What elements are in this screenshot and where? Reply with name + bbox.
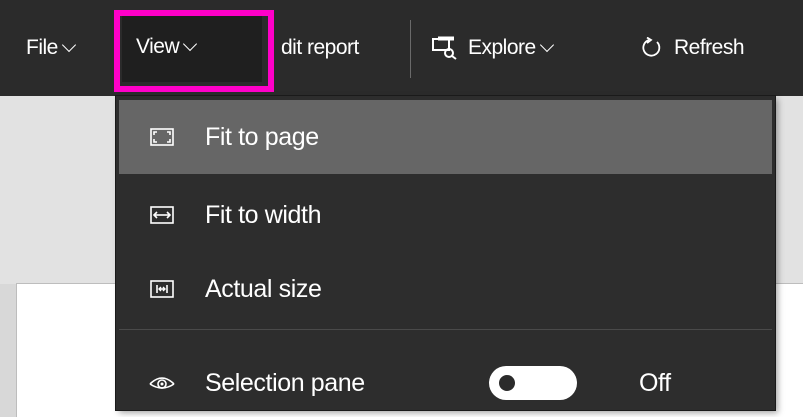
edit-report-button[interactable]: dit report (281, 0, 359, 96)
view-menu-button[interactable]: View (122, 12, 262, 82)
menu-item-actual-size[interactable]: Actual size (119, 252, 772, 326)
fit-to-width-icon (149, 206, 175, 224)
chevron-down-icon (61, 37, 76, 53)
fit-to-page-icon (149, 128, 175, 146)
menu-item-label: Fit to width (205, 200, 322, 229)
top-toolbar: File View dit report Explore Refresh (0, 0, 803, 96)
refresh-icon (640, 37, 662, 59)
explore-menu-button[interactable]: Explore (432, 0, 554, 96)
menu-divider (119, 329, 772, 330)
menu-item-selection-pane: Selection pane Off (119, 346, 772, 417)
selection-pane-label: Selection pane (205, 368, 365, 397)
toolbar-divider (410, 20, 411, 78)
toggle-knob (499, 375, 515, 391)
eye-icon (149, 374, 175, 392)
toggle-state-label: Off (639, 368, 671, 397)
menu-item-label: Actual size (205, 274, 322, 303)
selection-pane-toggle[interactable] (489, 366, 577, 400)
chevron-down-icon (539, 37, 554, 53)
menu-item-fit-to-page[interactable]: Fit to page (119, 100, 772, 174)
chevron-down-icon (183, 36, 198, 52)
menu-item-fit-to-width[interactable]: Fit to width (119, 178, 772, 252)
view-menu-label: View (136, 35, 180, 58)
menu-item-label: Fit to page (205, 122, 319, 151)
file-menu-label: File (26, 36, 58, 59)
refresh-label: Refresh (674, 36, 745, 59)
view-dropdown-menu: Fit to page Fit to width Actual size Sel… (116, 96, 775, 410)
file-menu-button[interactable]: File (26, 0, 76, 96)
refresh-button[interactable]: Refresh (640, 0, 745, 96)
report-viewer: File View dit report Explore Refresh Fit… (0, 0, 803, 417)
explore-menu-label: Explore (468, 36, 536, 59)
explore-icon (432, 36, 458, 60)
actual-size-icon (149, 280, 175, 298)
edit-report-label: dit report (281, 36, 359, 59)
